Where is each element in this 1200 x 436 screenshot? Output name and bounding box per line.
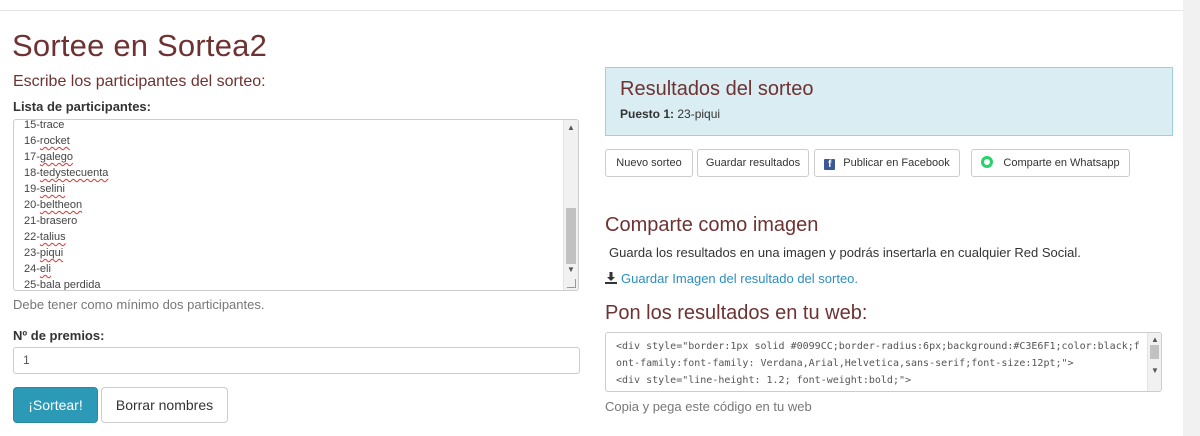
prizes-input[interactable]: 1: [13, 347, 580, 374]
embed-heading: Pon los resultados en tu web:: [605, 302, 868, 324]
page-title: Sortee en Sortea2: [12, 28, 268, 63]
participant-name: galego: [39, 151, 73, 163]
top-bar: [0, 0, 1200, 11]
code-scrollbar[interactable]: ▲ ▼: [1147, 333, 1161, 391]
image-share-heading: Comparte como imagen: [605, 214, 819, 236]
results-panel: Resultados del sorteo Puesto 1: 23-piqui: [605, 67, 1173, 136]
draw-button[interactable]: ¡Sortear!: [13, 387, 98, 423]
participant-number: 19-: [24, 183, 40, 195]
participant-name: eli: [39, 263, 51, 275]
participants-textarea[interactable]: 15-trace 16-rocket 17-galego 18-tedystecuen…: [13, 119, 579, 291]
participant-line: 25-bala perdida: [24, 277, 108, 291]
participant-line: 23-piqui: [24, 245, 108, 261]
participant-name: rocket: [39, 135, 70, 147]
participants-label: Lista de participantes:: [13, 99, 151, 114]
participant-line: 17-galego: [24, 149, 108, 165]
scroll-thumb[interactable]: [566, 208, 576, 264]
participant-number: 24-: [24, 263, 40, 275]
participant-name: selini: [39, 183, 65, 195]
participant-number: 17-: [24, 151, 40, 163]
facebook-icon: f: [824, 159, 836, 170]
participant-number: 23-: [24, 247, 40, 259]
participant-name: trace: [39, 119, 65, 131]
prizes-label: Nº de premios:: [13, 328, 105, 343]
save-image-link[interactable]: Guardar Imagen del resultado del sorteo.: [605, 271, 858, 286]
participant-name: tedystecuenta: [39, 167, 109, 179]
participant-line: 20-beltheon: [24, 197, 108, 213]
facebook-button[interactable]: f Publicar en Facebook: [814, 149, 960, 177]
code-scroll-up-icon[interactable]: ▲: [1151, 336, 1159, 344]
participant-line: 22-talius: [24, 229, 108, 245]
participant-number: 21-: [24, 215, 40, 227]
download-icon: [605, 272, 617, 284]
participant-line: 24-eli: [24, 261, 108, 277]
whatsapp-icon: [981, 156, 994, 168]
participant-number: 20-: [24, 199, 40, 211]
participant-name: beltheon: [39, 199, 83, 211]
code-scroll-thumb[interactable]: [1150, 345, 1159, 359]
position-label: Puesto 1:: [620, 107, 675, 121]
whatsapp-button[interactable]: Comparte en Whatsapp: [971, 149, 1130, 177]
embed-code: <div style="border:1px solid #0099CC;bor…: [616, 341, 1140, 386]
participant-number: 22-: [24, 231, 40, 243]
result-position-1: Puesto 1: 23-piqui: [620, 107, 720, 121]
participant-line: 21-brasero: [24, 213, 108, 229]
participant-line: 15-trace: [24, 119, 108, 133]
participants-list: 15-trace 16-rocket 17-galego 18-tedystecuen…: [24, 119, 108, 291]
image-share-description: Guarda los resultados en una imagen y po…: [609, 245, 1081, 260]
form-subtitle: Escribe los participantes del sorteo:: [13, 73, 266, 90]
participant-name: brasero: [39, 215, 78, 227]
participant-number: 25-: [24, 279, 40, 291]
results-title: Resultados del sorteo: [620, 78, 814, 100]
code-scroll-down-icon[interactable]: ▼: [1151, 367, 1159, 375]
participant-line: 16-rocket: [24, 133, 108, 149]
participant-number: 16-: [24, 135, 40, 147]
participant-number: 15-: [24, 119, 40, 131]
resize-handle-icon[interactable]: [567, 279, 576, 288]
participant-name: bala perdida: [39, 279, 101, 291]
participant-name: talius: [39, 231, 66, 243]
position-value: 23-piqui: [677, 107, 721, 121]
participant-line: 18-tedystecuenta: [24, 165, 108, 181]
facebook-label: Publicar en Facebook: [843, 157, 950, 169]
scroll-up-icon[interactable]: ▲: [567, 124, 575, 132]
save-image-link-text[interactable]: Guardar Imagen del resultado del sorteo.: [621, 271, 858, 286]
scroll-down-icon[interactable]: ▼: [567, 266, 575, 274]
participant-line: 19-selini: [24, 181, 108, 197]
save-results-button[interactable]: Guardar resultados: [697, 149, 809, 177]
copy-hint: Copia y pega este código en tu web: [605, 399, 812, 414]
participant-number: 18-: [24, 167, 40, 179]
page-scrollbar[interactable]: [1183, 0, 1200, 436]
whatsapp-label: Comparte en Whatsapp: [1003, 157, 1120, 169]
participant-name: piqui: [39, 247, 64, 259]
textarea-scrollbar[interactable]: ▲ ▼: [563, 120, 578, 290]
new-draw-button[interactable]: Nuevo sorteo: [605, 149, 693, 177]
clear-names-button[interactable]: Borrar nombres: [101, 387, 228, 423]
participants-help: Debe tener como mínimo dos participantes…: [13, 297, 265, 312]
embed-code-textarea[interactable]: <div style="border:1px solid #0099CC;bor…: [605, 332, 1162, 392]
